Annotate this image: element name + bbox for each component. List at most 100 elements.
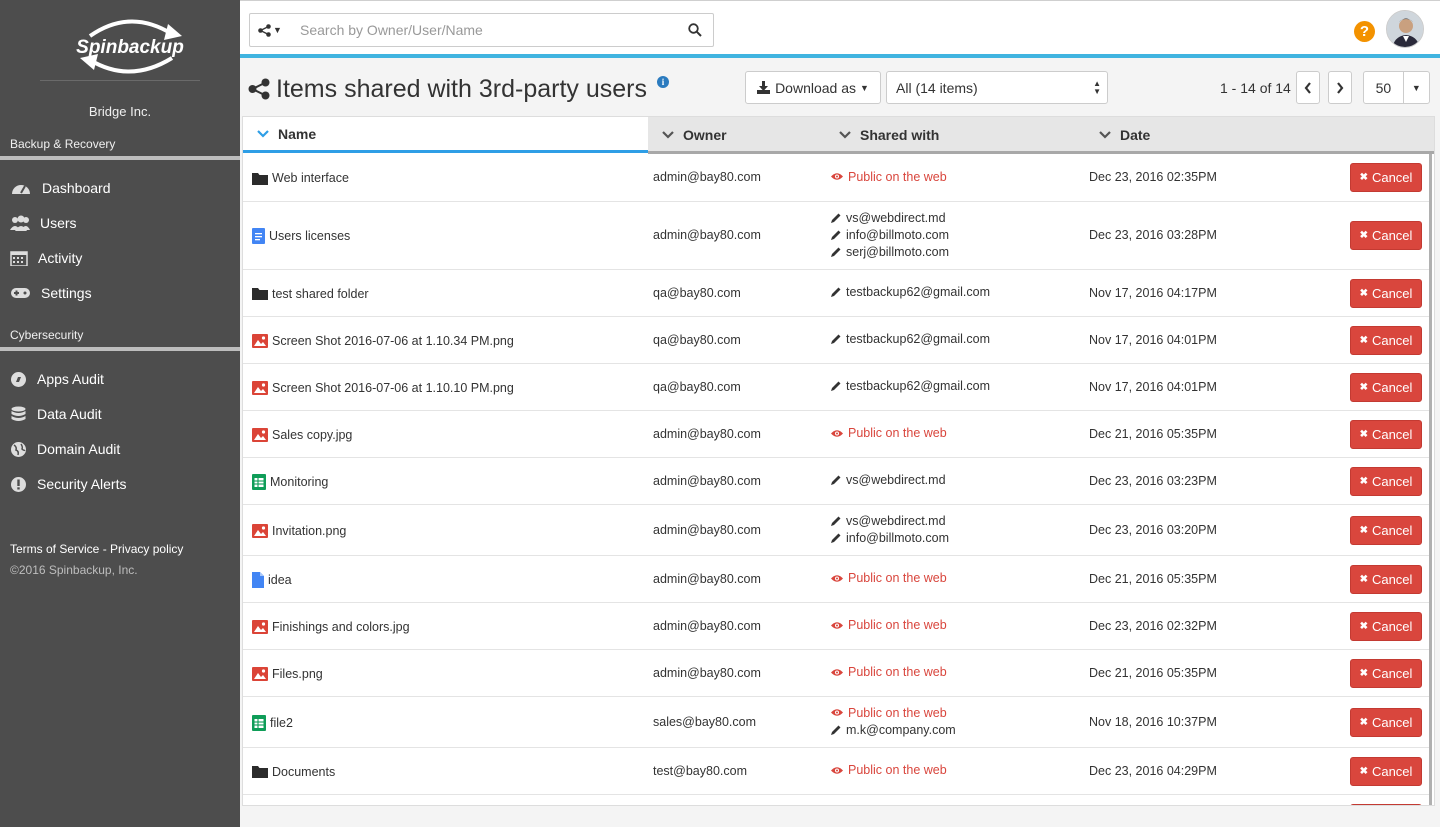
share-public-badge: Public on the web	[831, 617, 947, 634]
column-header-name[interactable]: Name	[243, 117, 648, 153]
owner-cell: qa@bay80.com	[653, 332, 741, 347]
table-row: Sales copy.jpg admin@bay80.com Public on t…	[243, 411, 1429, 458]
share-public-badge: Public on the web	[831, 704, 947, 721]
cancel-label: Cancel	[1371, 763, 1413, 779]
close-icon: ✖	[1359, 667, 1368, 679]
scrollbar[interactable]	[1429, 154, 1432, 805]
item-name-cell[interactable]: Screen Shot 2016-07-06 at 1.10.10 PM.png	[252, 379, 514, 397]
per-page-value: 50	[1375, 79, 1392, 96]
cancel-sharing-button[interactable]: ✖ Cancel	[1350, 611, 1422, 641]
column-header-label: Owner	[683, 127, 727, 143]
sidebar: Spinbackup Bridge Inc. Backup & Recovery…	[0, 0, 240, 827]
spinbackup-logo[interactable]: Spinbackup	[60, 14, 200, 78]
date-cell: Nov 17, 2016 04:01PM	[1089, 332, 1217, 347]
chevron-left-icon	[1304, 81, 1311, 94]
share-public-badge: Public on the web	[831, 425, 947, 442]
cancel-sharing-button[interactable]: ✖ Cancel	[1350, 466, 1422, 496]
next-page-button[interactable]	[1328, 71, 1352, 104]
item-name-cell[interactable]: Web interface	[252, 169, 349, 187]
cancel-label: Cancel	[1371, 332, 1413, 348]
logo-divider	[40, 80, 200, 81]
sidebar-item-security-alerts[interactable]: Security Alerts	[10, 473, 126, 495]
sidebar-item-users[interactable]: Users	[10, 212, 77, 234]
item-name-cell[interactable]: idea	[252, 571, 292, 589]
shared-with-cell: testbackup62@gmail.com	[831, 284, 990, 301]
date-cell: Dec 21, 2016 05:35PM	[1089, 426, 1217, 441]
sidebar-item-dashboard[interactable]: Dashboard	[10, 177, 111, 199]
cancel-sharing-button[interactable]: ✖ Cancel	[1350, 658, 1422, 688]
column-header-shared-with[interactable]: Shared with	[833, 117, 939, 153]
close-icon: ✖	[1359, 475, 1368, 487]
per-page-select[interactable]: 50 ▼	[1363, 71, 1430, 104]
item-name-cell[interactable]: Screen Shot 2016-07-06 at 1.10.34 PM.png	[252, 332, 514, 350]
sidebar-item-apps-audit[interactable]: Apps Audit	[10, 368, 104, 390]
sidebar-item-data-audit[interactable]: Data Audit	[10, 403, 102, 425]
share-icon	[248, 78, 270, 100]
sidebar-item-activity[interactable]: Activity	[10, 247, 82, 269]
shared-with-cell: Public on the web m.k@company.com	[831, 704, 956, 738]
download-as-button[interactable]: Download as ▼	[745, 71, 881, 104]
download-label: Download as	[775, 79, 856, 96]
avatar[interactable]	[1386, 10, 1424, 48]
close-icon: ✖	[1359, 765, 1368, 777]
item-name-cell[interactable]: Finishings and colors.jpg	[252, 618, 410, 636]
cancel-sharing-button[interactable]: ✖ Cancel	[1350, 515, 1422, 545]
terms-link[interactable]: Terms of Service	[10, 542, 99, 556]
item-name: Files.png	[272, 666, 323, 681]
cancel-sharing-button[interactable]: ✖ Cancel	[1350, 221, 1422, 250]
item-name-cell[interactable]: Files.png	[252, 665, 323, 683]
help-icon[interactable]: ?	[1354, 21, 1375, 42]
cancel-sharing-button[interactable]: ✖ Cancel	[1350, 278, 1422, 308]
cancel-sharing-button[interactable]: ✖ Cancel	[1350, 707, 1422, 737]
item-name: test shared folder	[272, 286, 369, 301]
shared-with-cell: vs@webdirect.md	[831, 472, 946, 489]
close-icon: ✖	[1359, 428, 1368, 440]
date-cell: Dec 23, 2016 03:23PM	[1089, 473, 1217, 488]
share-text: testbackup62@gmail.com	[846, 285, 991, 299]
cancel-sharing-button[interactable]: ✖ Cancel	[1350, 419, 1422, 449]
cancel-label: Cancel	[1371, 522, 1413, 538]
item-name-cell[interactable]: Invitation.png	[252, 522, 346, 540]
sidebar-item-domain-audit[interactable]: Domain Audit	[10, 438, 120, 460]
items-filter-select[interactable]: All (14 items) ▲ ▼	[886, 71, 1108, 104]
table-header: Name Owner Shared with Date	[243, 117, 1434, 154]
eye-icon	[831, 668, 843, 676]
cancel-sharing-button[interactable]: ✖ Cancel	[1350, 325, 1422, 355]
pencil-icon	[831, 475, 841, 485]
info-icon[interactable]: i	[656, 76, 669, 88]
owner-cell: test@bay80.com	[653, 763, 747, 778]
prev-page-button[interactable]	[1296, 71, 1320, 104]
item-name-cell[interactable]: Documents	[252, 763, 335, 781]
item-name-cell[interactable]: Sales copy.jpg	[252, 426, 352, 444]
search-input[interactable]	[290, 15, 677, 45]
share-text: info@billmoto.com	[846, 227, 950, 242]
table-row: Screen Shot 2016-07-06 at 1.10.34 PM.png…	[243, 317, 1429, 364]
privacy-link[interactable]: Privacy policy	[110, 542, 183, 556]
item-name-cell[interactable]: Monitoring	[252, 473, 328, 491]
shared-with-cell: testbackup62@gmail.com	[831, 331, 990, 348]
item-name-cell[interactable]: test shared folder	[252, 285, 369, 303]
table-row: Invitation.png admin@bay80.com vs@webdirec…	[243, 505, 1429, 556]
share-public-badge: Public on the web	[831, 168, 947, 185]
item-name-cell[interactable]: Users licenses	[252, 227, 350, 245]
search-button[interactable]	[677, 14, 713, 46]
item-name-cell[interactable]: file2	[252, 714, 293, 732]
owner-cell: admin@bay80.com	[653, 522, 761, 537]
date-cell: Dec 23, 2016 02:32PM	[1089, 618, 1217, 633]
cancel-sharing-button[interactable]: ✖ Cancel	[1350, 756, 1422, 786]
column-header-date[interactable]: Date	[1096, 117, 1150, 153]
image-file-icon	[252, 666, 268, 681]
page-title: Items shared with 3rd-party users	[276, 74, 647, 103]
cancel-sharing-button[interactable]	[1350, 804, 1422, 805]
top-bar: ▼ ?	[240, 0, 1440, 58]
share-text: vs@webdirect.md	[846, 473, 946, 487]
share-text: Public on the web	[848, 169, 947, 184]
column-header-owner[interactable]: Owner	[648, 117, 727, 153]
folder-icon	[252, 172, 268, 185]
sidebar-item-settings[interactable]: Settings	[10, 282, 92, 304]
search-scope-dropdown[interactable]: ▼	[250, 14, 290, 46]
cancel-sharing-button[interactable]: ✖ Cancel	[1350, 372, 1422, 402]
cancel-sharing-button[interactable]: ✖ Cancel	[1350, 163, 1422, 192]
file-icon	[252, 571, 264, 588]
cancel-sharing-button[interactable]: ✖ Cancel	[1350, 564, 1422, 594]
